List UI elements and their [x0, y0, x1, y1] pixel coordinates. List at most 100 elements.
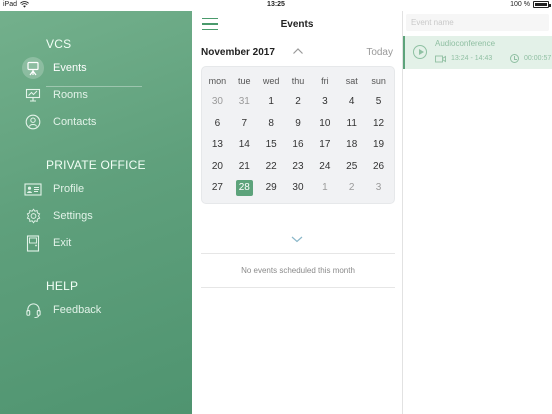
- event-time: 13:24 - 14:43: [451, 55, 493, 62]
- weekday-header: thu: [291, 76, 305, 86]
- battery-percent: 100 %: [510, 1, 530, 8]
- event-search-input[interactable]: [406, 14, 549, 31]
- sidebar-item-events[interactable]: Events: [22, 57, 142, 79]
- calendar-day[interactable]: 5: [365, 91, 392, 113]
- no-events-message: No events scheduled this month: [241, 266, 355, 275]
- calendar-day-number: 30: [211, 96, 223, 107]
- calendar-day[interactable]: 18: [338, 134, 365, 156]
- sidebar-item-label: Exit: [53, 237, 72, 249]
- sidebar-item-label: Rooms: [53, 89, 88, 101]
- month-label: November 2017: [201, 47, 275, 58]
- calendar-day[interactable]: 28: [231, 177, 258, 199]
- calendar-day[interactable]: 24: [311, 156, 338, 178]
- calendar-day[interactable]: 14: [231, 134, 258, 156]
- calendar-day[interactable]: 30: [285, 177, 312, 199]
- status-right: 100 %: [510, 1, 551, 8]
- calendar-day[interactable]: 29: [258, 177, 285, 199]
- gear-icon: [22, 205, 44, 227]
- sidebar-item-label: Settings: [53, 210, 93, 222]
- calendar-day-number: 29: [265, 182, 277, 193]
- page-title: Events: [280, 19, 314, 30]
- calendar-day[interactable]: 16: [285, 134, 312, 156]
- divider: [201, 253, 395, 254]
- calendar-day[interactable]: 22: [258, 156, 285, 178]
- calendar-day-number: 11: [346, 117, 357, 129]
- calendar-day[interactable]: 15: [258, 134, 285, 156]
- calendar-day[interactable]: 2: [338, 177, 365, 199]
- sidebar-item-settings[interactable]: Settings: [22, 205, 142, 227]
- calendar-day-number: 28: [235, 180, 253, 196]
- person-circle-icon: [22, 111, 44, 133]
- calendar-day-number: 30: [292, 182, 304, 193]
- calendar-day[interactable]: 19: [365, 134, 392, 156]
- calendar-day[interactable]: 23: [285, 156, 312, 178]
- calendar-day-number: 23: [292, 160, 304, 172]
- calendar-day[interactable]: 10: [311, 113, 338, 135]
- calendar: mon tue wed thu fri sat sun 30 31 1 2 3 4 5 6 7 8 9 10 11 12…: [201, 66, 395, 204]
- calendar-day[interactable]: 25: [338, 156, 365, 178]
- video-camera-icon: [435, 55, 446, 63]
- weekday-header: wed: [262, 76, 280, 86]
- calendar-day[interactable]: 2: [285, 91, 312, 113]
- calendar-day[interactable]: 20: [204, 156, 231, 178]
- calendar-day-number: 17: [319, 139, 331, 150]
- month-nav: November 2017 Today: [192, 38, 402, 64]
- calendar-day-number: 3: [375, 182, 382, 193]
- calendar-day[interactable]: 11: [338, 113, 365, 135]
- weekday-header: sat: [345, 76, 358, 86]
- calendar-day[interactable]: 8: [258, 113, 285, 135]
- sidebar-item-rooms[interactable]: Rooms: [22, 84, 142, 106]
- calendar-day-number: 25: [346, 160, 358, 172]
- event-item[interactable]: Audioconference 13:24 - 14:43 00:00:57: [403, 36, 552, 69]
- calendar-day[interactable]: 17: [311, 134, 338, 156]
- calendar-day-number: 12: [373, 117, 385, 129]
- weekday-header: fri: [321, 76, 329, 86]
- battery-icon: [533, 1, 551, 8]
- calendar-day[interactable]: 7: [231, 113, 258, 135]
- calendar-day[interactable]: 13: [204, 134, 231, 156]
- calendar-day[interactable]: 1: [311, 177, 338, 199]
- calendar-day[interactable]: 21: [231, 156, 258, 178]
- sidebar-item-label: Events: [53, 62, 87, 74]
- chevron-up-icon[interactable]: [292, 46, 304, 56]
- weekday-header: sun: [371, 76, 386, 86]
- calendar-day[interactable]: 9: [285, 113, 312, 135]
- calendar-day-number: 21: [238, 160, 250, 172]
- calendar-day[interactable]: 4: [338, 91, 365, 113]
- calendar-day[interactable]: 27: [204, 177, 231, 199]
- calendar-day-number: 13: [211, 139, 223, 150]
- calendar-day-number: 8: [268, 117, 274, 129]
- divider: [201, 287, 395, 288]
- calendar-day-number: 22: [265, 160, 277, 172]
- status-bar: iPad 13:25 100 %: [0, 0, 552, 11]
- sidebar-item-profile[interactable]: Profile: [22, 178, 142, 200]
- play-icon[interactable]: [413, 45, 427, 59]
- calendar-day-number: 2: [295, 96, 301, 107]
- sidebar-item-exit[interactable]: Exit: [22, 232, 142, 254]
- sidebar-item-label: Profile: [53, 183, 85, 195]
- calendar-day[interactable]: 12: [365, 113, 392, 135]
- calendar-day[interactable]: 30: [204, 91, 231, 113]
- calendar-day-number: 9: [295, 117, 301, 129]
- events-header: Events: [192, 11, 402, 38]
- calendar-day[interactable]: 3: [311, 91, 338, 113]
- calendar-day-number: 16: [292, 139, 304, 150]
- section-title-private-office: PRIVATE OFFICE: [46, 158, 146, 172]
- calendar-day-number: 10: [319, 117, 331, 129]
- section-title-help: HELP: [46, 279, 79, 293]
- calendar-day[interactable]: 26: [365, 156, 392, 178]
- sidebar-item-contacts[interactable]: Contacts: [22, 111, 142, 133]
- sidebar-item-feedback[interactable]: Feedback: [22, 299, 142, 321]
- calendar-day[interactable]: 3: [365, 177, 392, 199]
- calendar-day-number: 19: [373, 139, 385, 150]
- calendar-day[interactable]: 1: [258, 91, 285, 113]
- today-button[interactable]: Today: [366, 47, 393, 58]
- calendar-day[interactable]: 31: [231, 91, 258, 113]
- weekday-header: mon: [208, 76, 227, 86]
- calendar-day[interactable]: 6: [204, 113, 231, 135]
- chevron-down-icon[interactable]: [290, 234, 304, 244]
- status-time: 13:25: [267, 1, 285, 8]
- headset-icon: [22, 299, 44, 321]
- calendar-grid: mon tue wed thu fri sat sun 30 31 1 2 3 4 5 6 7 8 9 10 11 12…: [202, 67, 394, 199]
- calendar-day-number: 2: [348, 182, 355, 193]
